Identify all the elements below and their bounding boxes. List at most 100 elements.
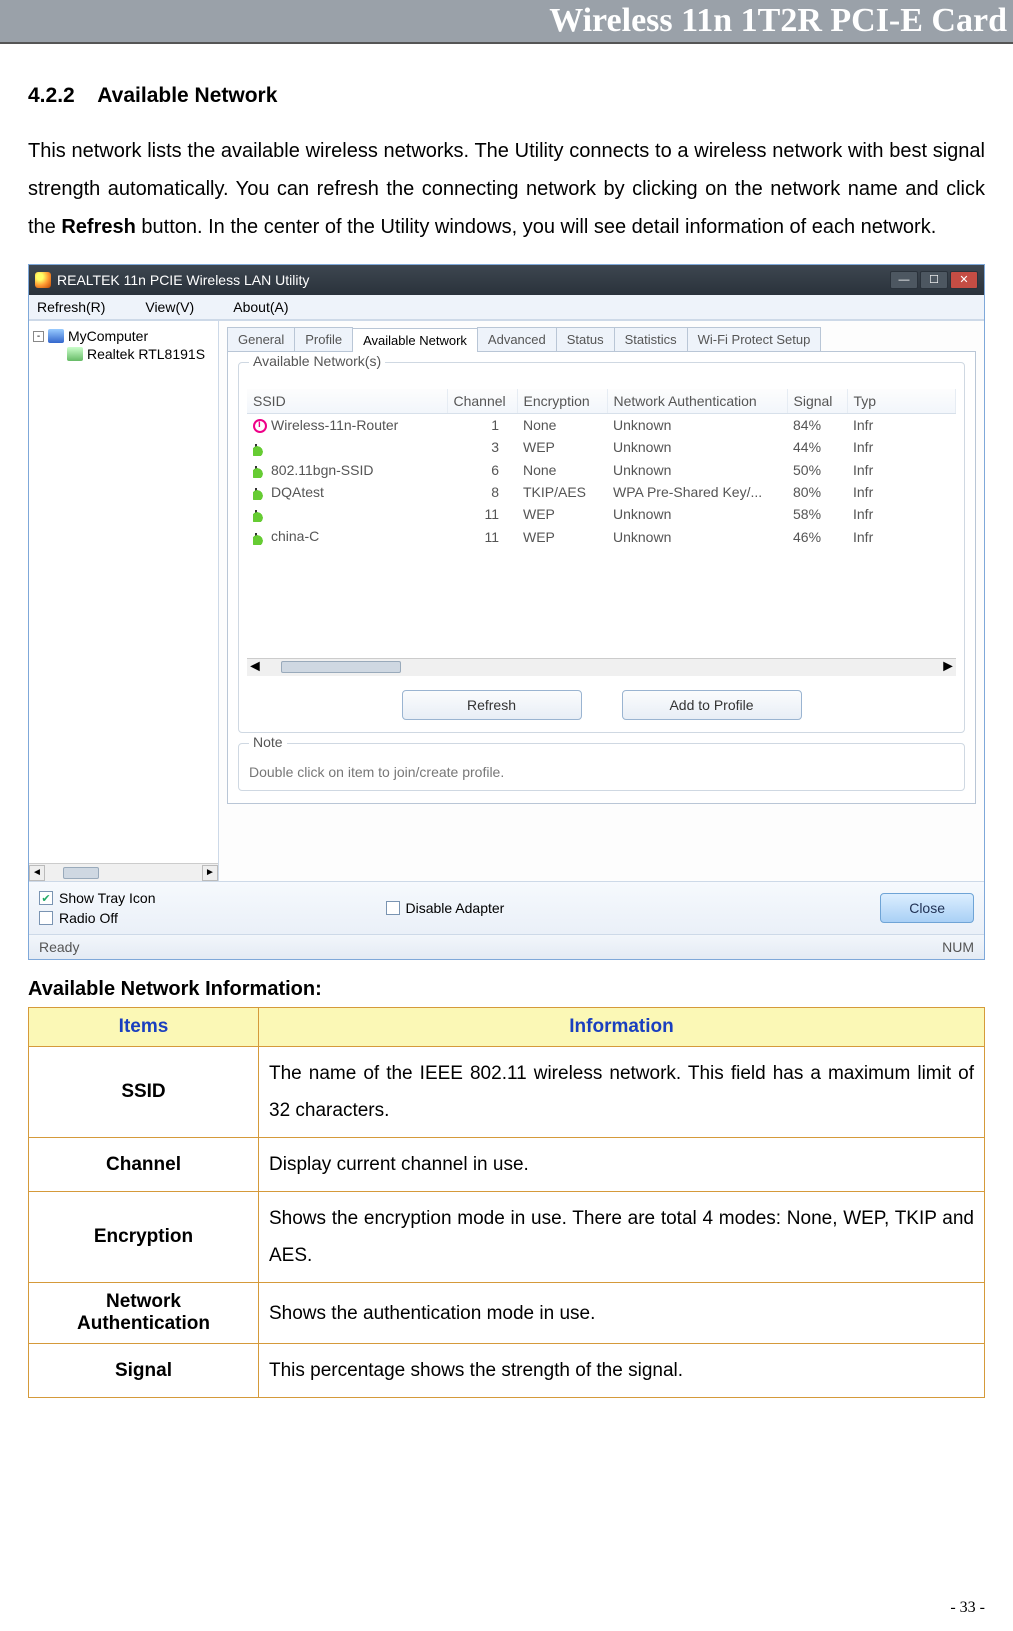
info-item: SSID — [29, 1047, 259, 1138]
network-row[interactable]: DQAtest8TKIP/AESWPA Pre-Shared Key/...80… — [247, 481, 956, 503]
network-row[interactable]: china-C11WEPUnknown46%Infr — [247, 525, 956, 547]
table-scroll-thumb[interactable] — [281, 661, 401, 673]
cell-auth: Unknown — [607, 459, 787, 481]
info-desc: Shows the encryption mode in use. There … — [259, 1192, 985, 1283]
cell-signal: 80% — [787, 481, 847, 503]
add-to-profile-button[interactable]: Add to Profile — [622, 690, 802, 720]
section-heading: 4.2.2 Available Network — [28, 84, 985, 108]
network-row[interactable]: Wireless-11n-Router 1NoneUnknown84%Infr — [247, 414, 956, 437]
tab-status[interactable]: Status — [556, 327, 615, 351]
show-tray-checkbox[interactable]: ✔ — [39, 891, 53, 905]
network-row[interactable]: 11WEPUnknown58%Infr — [247, 503, 956, 525]
tab-profile[interactable]: Profile — [294, 327, 353, 351]
signal-icon — [253, 486, 267, 500]
radio-off-checkbox[interactable] — [39, 911, 53, 925]
cell-signal: 46% — [787, 525, 847, 547]
cell-type: Infr — [847, 481, 956, 503]
scroll-left-icon[interactable]: ◄ — [29, 865, 45, 881]
info-item: Signal — [29, 1344, 259, 1398]
scroll-thumb[interactable] — [63, 867, 99, 879]
page-number: - 33 - — [950, 1599, 985, 1617]
tab-wps[interactable]: Wi-Fi Protect Setup — [687, 327, 822, 351]
tree-child[interactable]: Realtek RTL8191S — [33, 345, 214, 363]
close-button[interactable]: Close — [880, 893, 974, 923]
info-row: Network AuthenticationShows the authenti… — [29, 1283, 985, 1344]
tab-general[interactable]: General — [227, 327, 295, 351]
info-row: SSIDThe name of the IEEE 802.11 wireless… — [29, 1047, 985, 1138]
nic-icon — [67, 347, 83, 361]
info-table: Items Information SSIDThe name of the IE… — [28, 1007, 985, 1398]
col-ssid[interactable]: SSID — [247, 389, 447, 414]
tab-strip: General Profile Available Network Advanc… — [227, 327, 976, 351]
status-left: Ready — [39, 939, 79, 955]
col-type[interactable]: Typ — [847, 389, 956, 414]
section-paragraph: This network lists the available wireles… — [28, 132, 985, 246]
cell-encryption: TKIP/AES — [517, 481, 607, 503]
cell-type: Infr — [847, 503, 956, 525]
cell-auth: WPA Pre-Shared Key/... — [607, 481, 787, 503]
device-tree: - MyComputer Realtek RTL8191S ◄ ► — [29, 321, 219, 881]
col-channel[interactable]: Channel — [447, 389, 517, 414]
available-networks-group: Available Network(s) SSID Channel Encryp… — [238, 362, 965, 733]
table-scroll-left-icon[interactable]: ◄ — [247, 658, 263, 676]
info-row: EncryptionShows the encryption mode in u… — [29, 1192, 985, 1283]
menu-refresh[interactable]: Refresh(R) — [37, 299, 123, 315]
info-row: ChannelDisplay current channel in use. — [29, 1138, 985, 1192]
show-tray-label: Show Tray Icon — [59, 890, 156, 906]
menu-about[interactable]: About(A) — [233, 299, 306, 315]
disable-adapter-checkbox[interactable] — [386, 901, 400, 915]
cell-signal: 58% — [787, 503, 847, 525]
minimize-button[interactable]: — — [890, 271, 918, 289]
col-encryption[interactable]: Encryption — [517, 389, 607, 414]
tree-child-label: Realtek RTL8191S — [87, 346, 205, 362]
computer-icon — [48, 329, 64, 343]
tree-toggle-icon[interactable]: - — [33, 331, 44, 342]
cell-encryption: WEP — [517, 503, 607, 525]
cell-signal: 44% — [787, 436, 847, 458]
cell-ssid: DQAtest — [271, 484, 324, 500]
tab-advanced[interactable]: Advanced — [477, 327, 557, 351]
cell-channel: 3 — [447, 436, 517, 458]
window-title: REALTEK 11n PCIE Wireless LAN Utility — [57, 272, 890, 288]
cell-channel: 11 — [447, 525, 517, 547]
group-legend: Available Network(s) — [249, 353, 385, 369]
cell-channel: 1 — [447, 414, 517, 437]
table-scroll-right-icon[interactable]: ► — [940, 658, 956, 676]
network-row[interactable]: 802.11bgn-SSID6NoneUnknown50%Infr — [247, 459, 956, 481]
cell-signal: 84% — [787, 414, 847, 437]
info-row: SignalThis percentage shows the strength… — [29, 1344, 985, 1398]
para-bold: Refresh — [61, 216, 135, 238]
scroll-right-icon[interactable]: ► — [202, 865, 218, 881]
para-post: button. In the center of the Utility win… — [136, 216, 936, 238]
cell-auth: Unknown — [607, 525, 787, 547]
tree-scrollbar[interactable]: ◄ ► — [29, 863, 218, 881]
close-window-button[interactable]: ✕ — [950, 271, 978, 289]
cell-auth: Unknown — [607, 503, 787, 525]
table-scrollbar[interactable]: ◄ ► — [247, 658, 956, 676]
col-auth[interactable]: Network Authentication — [607, 389, 787, 414]
tab-statistics[interactable]: Statistics — [614, 327, 688, 351]
cell-ssid: Wireless-11n-Router — [271, 417, 398, 433]
info-heading: Available Network Information: — [28, 978, 985, 1001]
app-icon — [35, 272, 51, 288]
tab-available-network[interactable]: Available Network — [352, 328, 478, 352]
cell-encryption: None — [517, 459, 607, 481]
tree-root[interactable]: - MyComputer — [33, 327, 214, 345]
maximize-button[interactable]: ☐ — [920, 271, 948, 289]
refresh-button[interactable]: Refresh — [402, 690, 582, 720]
doc-title: Wireless 11n 1T2R PCI-E Card — [549, 2, 1007, 39]
note-text: Double click on item to join/create prof… — [249, 764, 504, 780]
network-row[interactable]: 3WEPUnknown44%Infr — [247, 436, 956, 458]
col-signal[interactable]: Signal — [787, 389, 847, 414]
menubar: Refresh(R) View(V) About(A) — [29, 295, 984, 320]
radio-off-label: Radio Off — [59, 910, 118, 926]
menu-view[interactable]: View(V) — [145, 299, 212, 315]
cell-type: Infr — [847, 414, 956, 437]
cell-signal: 50% — [787, 459, 847, 481]
cell-encryption: None — [517, 414, 607, 437]
cell-auth: Unknown — [607, 414, 787, 437]
info-header-information: Information — [259, 1008, 985, 1047]
window-titlebar[interactable]: REALTEK 11n PCIE Wireless LAN Utility — … — [29, 265, 984, 295]
info-item: Network Authentication — [29, 1283, 259, 1344]
network-table: SSID Channel Encryption Network Authenti… — [247, 389, 956, 548]
